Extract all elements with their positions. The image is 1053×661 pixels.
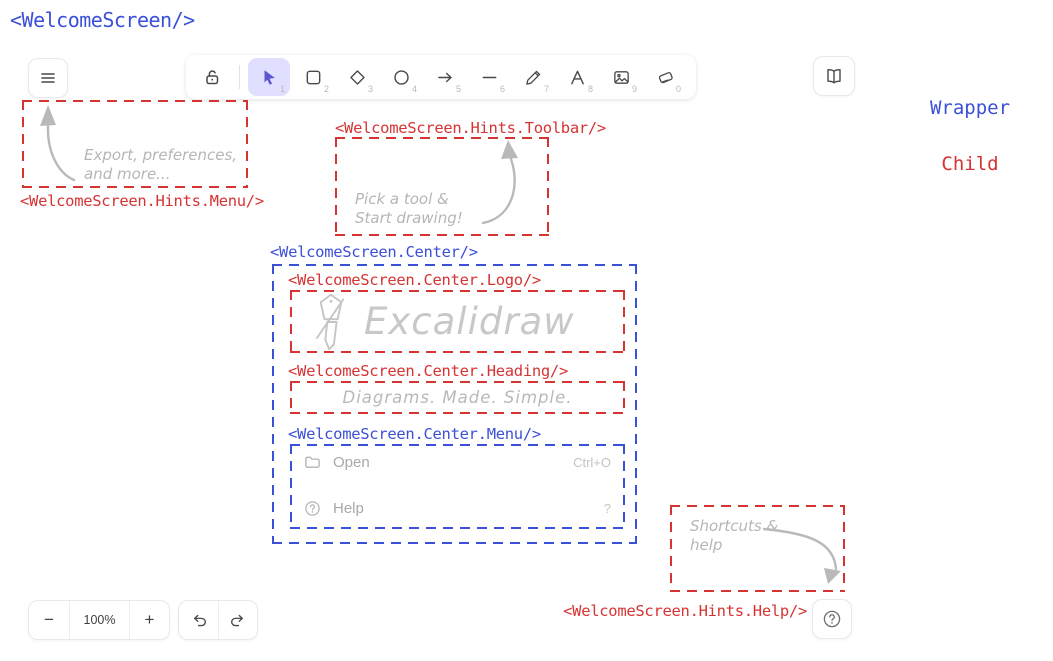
zoom-controls: − 100% + — [28, 600, 170, 640]
zoom-level-value: 100% — [84, 613, 116, 627]
line-icon — [480, 68, 499, 87]
tool-number: 3 — [368, 84, 373, 94]
diamond-icon — [348, 68, 367, 87]
tool-selection[interactable]: 1 — [248, 58, 290, 96]
plus-icon: + — [145, 610, 155, 630]
tool-diamond[interactable]: 3 — [336, 58, 378, 96]
hint-menu-line1: Export, preferences, — [84, 146, 237, 165]
legend-child-text: Child — [941, 153, 998, 175]
tool-number: 2 — [324, 84, 329, 94]
pencil-icon — [524, 68, 543, 87]
undo-icon — [190, 611, 208, 629]
tool-number: 8 — [588, 84, 593, 94]
menu-item-shortcut: Ctrl+O — [573, 455, 611, 470]
toolbar-divider — [239, 65, 240, 89]
library-button[interactable] — [813, 56, 855, 96]
legend-wrapper-text: Wrapper — [930, 97, 1010, 119]
selection-cursor-icon — [260, 68, 278, 86]
zoom-level[interactable]: 100% — [69, 601, 129, 639]
tool-image[interactable]: 9 — [600, 58, 642, 96]
hint-toolbar-line2: Start drawing! — [355, 209, 463, 228]
tool-number: 7 — [544, 84, 549, 94]
rectangle-icon — [304, 68, 323, 87]
excalidraw-logo-text: Excalidraw — [364, 300, 574, 343]
hint-toolbar-text: Pick a tool & Start drawing! — [355, 190, 463, 228]
center-heading-box: Diagrams. Made. Simple. — [290, 381, 625, 414]
hint-menu-arrow-icon — [22, 100, 82, 188]
undo-button[interactable] — [179, 601, 218, 639]
tool-number: 0 — [676, 84, 681, 94]
menu-item-open[interactable]: Open Ctrl+O — [292, 452, 623, 473]
ellipse-icon — [392, 68, 411, 87]
help-button[interactable] — [812, 599, 852, 639]
hint-toolbar-line1: Pick a tool & — [355, 190, 463, 209]
hint-menu-text: Export, preferences, and more... — [84, 146, 237, 184]
hamburger-icon — [39, 69, 57, 87]
hint-menu-line2: and more... — [84, 165, 237, 184]
zoom-out-button[interactable]: − — [29, 601, 69, 639]
welcome-screen-wrapper-label: <WelcomeScreen/> — [10, 8, 195, 32]
tool-text[interactable]: 8 — [556, 58, 598, 96]
hint-toolbar-box: Pick a tool & Start drawing! — [335, 137, 549, 236]
hints-toolbar-label: <WelcomeScreen.Hints.Toolbar/> — [335, 119, 606, 137]
tool-rectangle[interactable]: 2 — [292, 58, 334, 96]
tool-line[interactable]: 6 — [468, 58, 510, 96]
tool-number: 6 — [500, 84, 505, 94]
tool-number: 9 — [632, 84, 637, 94]
arrow-icon — [436, 68, 455, 87]
minus-icon: − — [44, 610, 54, 630]
hints-menu-label: <WelcomeScreen.Hints.Menu/> — [20, 192, 264, 210]
menu-item-shortcut: ? — [604, 501, 611, 516]
toolbar: 1 2 3 — [186, 55, 696, 99]
hamburger-menu-button[interactable] — [28, 58, 68, 98]
book-icon — [824, 66, 844, 86]
lock-icon — [202, 67, 222, 87]
redo-button[interactable] — [218, 601, 257, 639]
question-circle-icon — [304, 500, 321, 517]
legend-child-box: Child — [895, 139, 1045, 188]
center-heading-label: <WelcomeScreen.Center.Heading/> — [288, 362, 568, 380]
tool-arrow[interactable]: 5 — [424, 58, 466, 96]
center-heading-text: Diagrams. Made. Simple. — [343, 388, 573, 407]
hint-help-arrow-icon — [758, 519, 845, 592]
help-question-icon — [822, 609, 842, 629]
lock-tool-button[interactable] — [193, 58, 231, 96]
menu-item-help[interactable]: Help ? — [292, 498, 623, 519]
welcome-center: <WelcomeScreen.Center.Logo/> Excalidraw … — [272, 264, 637, 544]
center-menu-box: Open Ctrl+O Help ? — [290, 444, 625, 529]
hint-help-box: Shortcuts & help — [670, 505, 845, 592]
tool-number: 4 — [412, 84, 417, 94]
tool-ellipse[interactable]: 4 — [380, 58, 422, 96]
legend-wrapper-box: Wrapper — [895, 84, 1045, 132]
excalidraw-logo-icon — [312, 291, 350, 353]
eraser-icon — [656, 68, 675, 87]
menu-item-label: Open — [333, 454, 370, 471]
image-icon — [612, 68, 631, 87]
tool-number: 5 — [456, 84, 461, 94]
undo-redo-controls — [178, 600, 258, 640]
hint-toolbar-arrow-icon — [465, 137, 549, 236]
tool-eraser[interactable]: 0 — [644, 58, 686, 96]
folder-icon — [304, 454, 321, 471]
hint-menu-box: Export, preferences, and more... — [22, 100, 248, 188]
tool-draw[interactable]: 7 — [512, 58, 554, 96]
center-menu-label: <WelcomeScreen.Center.Menu/> — [288, 425, 541, 443]
tool-number: 1 — [280, 84, 285, 94]
center-label: <WelcomeScreen.Center/> — [270, 243, 478, 261]
excalidraw-app: 1 2 3 — [10, 43, 866, 643]
screenshot-root: <WelcomeScreen/> — [0, 0, 1053, 661]
redo-icon — [229, 611, 247, 629]
center-logo-box: Excalidraw — [290, 290, 625, 353]
menu-item-label: Help — [333, 500, 364, 517]
text-icon — [568, 68, 587, 87]
hints-help-label: <WelcomeScreen.Hints.Help/> — [553, 602, 807, 620]
zoom-in-button[interactable]: + — [129, 601, 169, 639]
center-logo-label: <WelcomeScreen.Center.Logo/> — [288, 271, 541, 289]
